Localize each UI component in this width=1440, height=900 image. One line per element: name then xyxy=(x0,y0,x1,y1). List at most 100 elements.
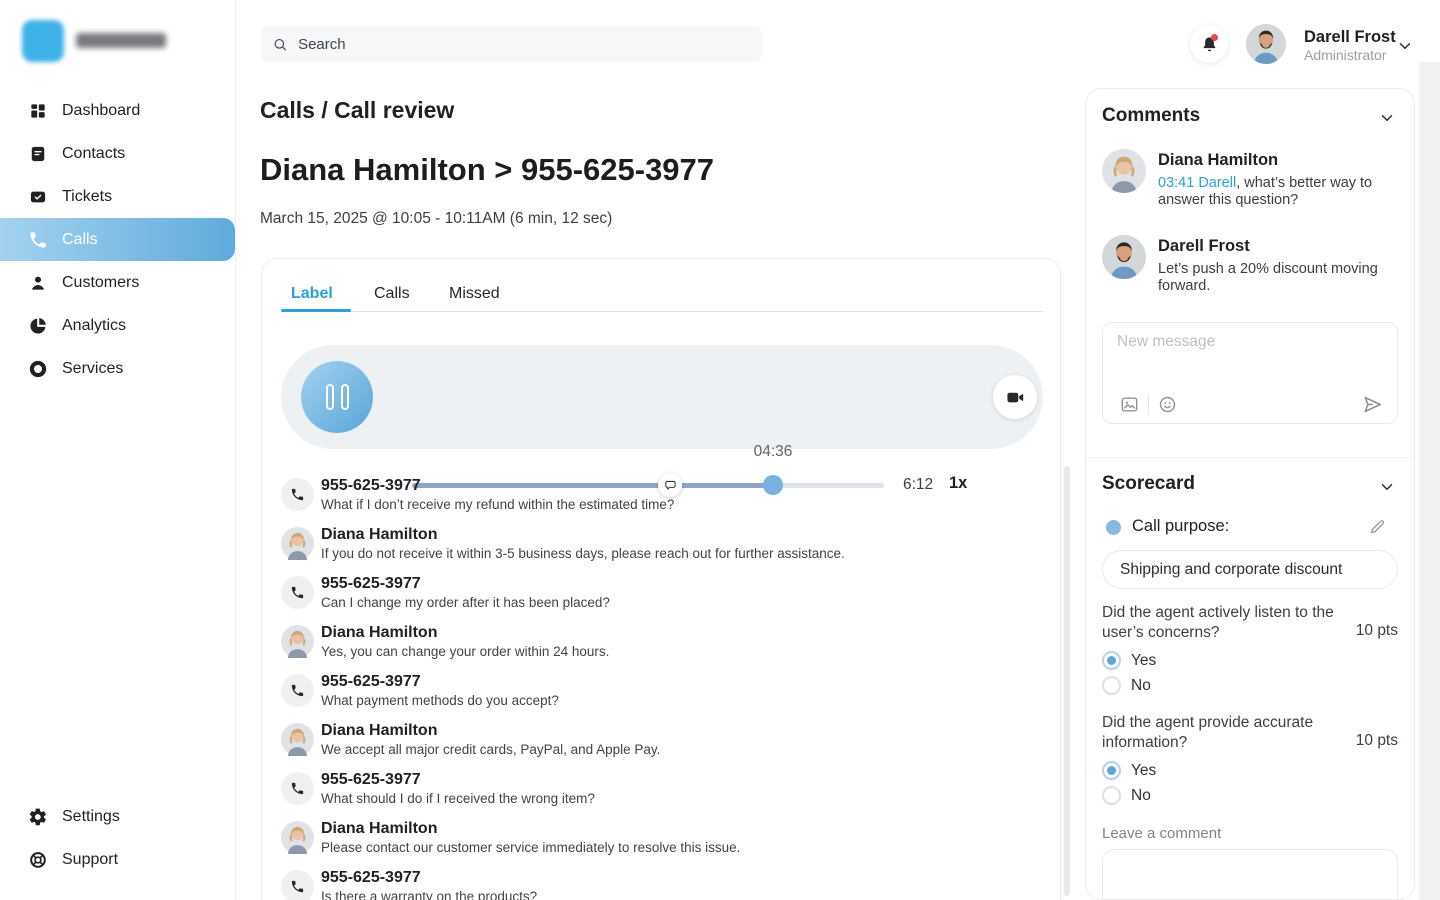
search-bar[interactable] xyxy=(260,26,762,62)
review-panel: Comments Diana Hamilton 03:41 Darell, wh… xyxy=(1085,88,1415,900)
call-purpose-value[interactable]: Shipping and corporate discount xyxy=(1102,550,1398,589)
radio-selected[interactable] xyxy=(1102,651,1121,670)
send-icon[interactable] xyxy=(1361,393,1384,416)
transcript-row[interactable]: 955-625-3977 What if I don’t receive my … xyxy=(281,477,1021,523)
current-time: 04:36 xyxy=(733,443,813,461)
sidebar-item-label: Support xyxy=(62,851,118,869)
comment-author: Darell Frost xyxy=(1158,237,1250,256)
customers-icon xyxy=(28,273,48,293)
radio-unselected[interactable] xyxy=(1102,786,1121,805)
user-role: Administrator xyxy=(1304,47,1386,63)
radio-option-no[interactable]: No xyxy=(1102,676,1151,695)
comments-title: Comments xyxy=(1102,105,1200,127)
transcript-row[interactable]: 955-625-3977 What should I do if I recei… xyxy=(281,771,1021,817)
timestamp-mention-link[interactable]: 03:41 Darell xyxy=(1158,175,1236,191)
radio-selected[interactable] xyxy=(1102,761,1121,780)
comment-author-avatar xyxy=(1102,149,1146,193)
new-message-input[interactable] xyxy=(1117,333,1383,385)
attach-image-icon[interactable] xyxy=(1119,394,1140,415)
sidebar-item-label: Dashboard xyxy=(62,102,140,120)
sidebar-item-analytics[interactable]: Analytics xyxy=(0,304,235,347)
user-name: Darell Frost xyxy=(1304,28,1396,47)
pause-button[interactable] xyxy=(301,361,373,433)
user-menu-chevron-icon[interactable] xyxy=(1396,37,1414,55)
call-datetime: March 15, 2025 @ 10:05 - 10:11AM (6 min,… xyxy=(260,210,612,228)
divider xyxy=(1086,457,1415,458)
transcript-row[interactable]: 955-625-3977 Can I change my order after… xyxy=(281,575,1021,621)
sidebar-item-label: Contacts xyxy=(62,145,125,163)
tab-rule xyxy=(281,311,1043,312)
sidebar-item-tickets[interactable]: Tickets xyxy=(0,175,235,218)
tickets-icon xyxy=(28,187,48,207)
transcript-text: Yes, you can change your order within 24… xyxy=(321,644,609,659)
sidebar-item-customers[interactable]: Customers xyxy=(0,261,235,304)
scorecard-collapse-chevron-icon[interactable] xyxy=(1378,478,1396,496)
leave-comment-box[interactable] xyxy=(1102,849,1398,900)
transcript-row[interactable]: Diana Hamilton We accept all major credi… xyxy=(281,722,1021,768)
speaker-name: 955-625-3977 xyxy=(321,771,421,789)
sidebar-item-contacts[interactable]: Contacts xyxy=(0,132,235,175)
speaker-name: 955-625-3977 xyxy=(321,869,421,887)
edit-pencil-icon[interactable] xyxy=(1368,517,1387,536)
user-avatar[interactable] xyxy=(1246,24,1286,64)
analytics-icon xyxy=(28,316,48,336)
transcript-scrollbar[interactable] xyxy=(1064,466,1070,896)
transcript-text: What should I do if I received the wrong… xyxy=(321,791,595,806)
leave-comment-input[interactable] xyxy=(1103,850,1397,900)
video-button[interactable] xyxy=(993,375,1037,419)
tab-missed[interactable]: Missed xyxy=(449,285,500,303)
transcript-row[interactable]: Diana Hamilton If you do not receive it … xyxy=(281,526,1021,572)
call-purpose-bullet xyxy=(1106,520,1121,535)
emoji-icon[interactable] xyxy=(1157,394,1178,415)
logo-wordmark xyxy=(76,33,166,48)
phone-icon xyxy=(281,478,314,511)
sidebar-item-dashboard[interactable]: Dashboard xyxy=(0,89,235,132)
transcript-text: We accept all major credit cards, PayPal… xyxy=(321,742,660,757)
tab-label[interactable]: Label xyxy=(291,285,333,303)
page-scrollbar-gutter[interactable] xyxy=(1419,62,1440,900)
dashboard-icon xyxy=(28,101,48,121)
agent-avatar xyxy=(281,723,314,756)
new-message-box[interactable] xyxy=(1102,322,1398,424)
comment-author-avatar xyxy=(1102,235,1146,279)
scorecard-question: Did the agent actively listen to the use… xyxy=(1102,603,1336,643)
settings-icon xyxy=(28,807,48,827)
phone-icon xyxy=(281,674,314,707)
radio-option-yes[interactable]: Yes xyxy=(1102,651,1156,670)
agent-avatar xyxy=(281,527,314,560)
tab-calls[interactable]: Calls xyxy=(374,285,410,303)
sidebar-item-support[interactable]: Support xyxy=(0,838,235,881)
notification-dot xyxy=(1211,34,1218,41)
radio-option-yes[interactable]: Yes xyxy=(1102,761,1156,780)
pause-icon xyxy=(326,384,334,410)
sidebar-item-settings[interactable]: Settings xyxy=(0,795,235,838)
speaker-name: 955-625-3977 xyxy=(321,575,421,593)
sidebar-item-calls[interactable]: Calls xyxy=(0,218,235,261)
breadcrumb: Calls / Call review xyxy=(260,97,454,124)
speaker-name: Diana Hamilton xyxy=(321,820,437,838)
comments-collapse-chevron-icon[interactable] xyxy=(1378,109,1396,127)
divider xyxy=(1148,394,1149,415)
phone-icon xyxy=(281,576,314,609)
transcript-text: If you do not receive it within 3-5 busi… xyxy=(321,546,845,561)
radio-unselected[interactable] xyxy=(1102,676,1121,695)
comment-author: Diana Hamilton xyxy=(1158,151,1278,170)
call-detail-card: Label Calls Missed 04:36 6:12 1x 955-625… xyxy=(261,258,1061,900)
transcript-row[interactable]: 955-625-3977 Is there a warranty on the … xyxy=(281,869,1021,900)
transcript-text: What if I don’t receive my refund within… xyxy=(321,497,674,512)
transcript-row[interactable]: Diana Hamilton Please contact our custom… xyxy=(281,820,1021,866)
support-icon xyxy=(28,850,48,870)
sidebar-item-label: Customers xyxy=(62,274,139,292)
speaker-name: 955-625-3977 xyxy=(321,673,421,691)
notifications-button[interactable] xyxy=(1190,25,1228,63)
phone-icon xyxy=(281,870,314,900)
transcript-row[interactable]: 955-625-3977 What payment methods do you… xyxy=(281,673,1021,719)
question-points: 10 pts xyxy=(1356,622,1398,640)
agent-avatar xyxy=(281,625,314,658)
active-tab-underline xyxy=(281,309,351,312)
speaker-name: 955-625-3977 xyxy=(321,477,421,495)
transcript-row[interactable]: Diana Hamilton Yes, you can change your … xyxy=(281,624,1021,670)
radio-option-no[interactable]: No xyxy=(1102,786,1151,805)
sidebar-item-services[interactable]: Services xyxy=(0,347,235,390)
search-input[interactable] xyxy=(298,36,750,53)
